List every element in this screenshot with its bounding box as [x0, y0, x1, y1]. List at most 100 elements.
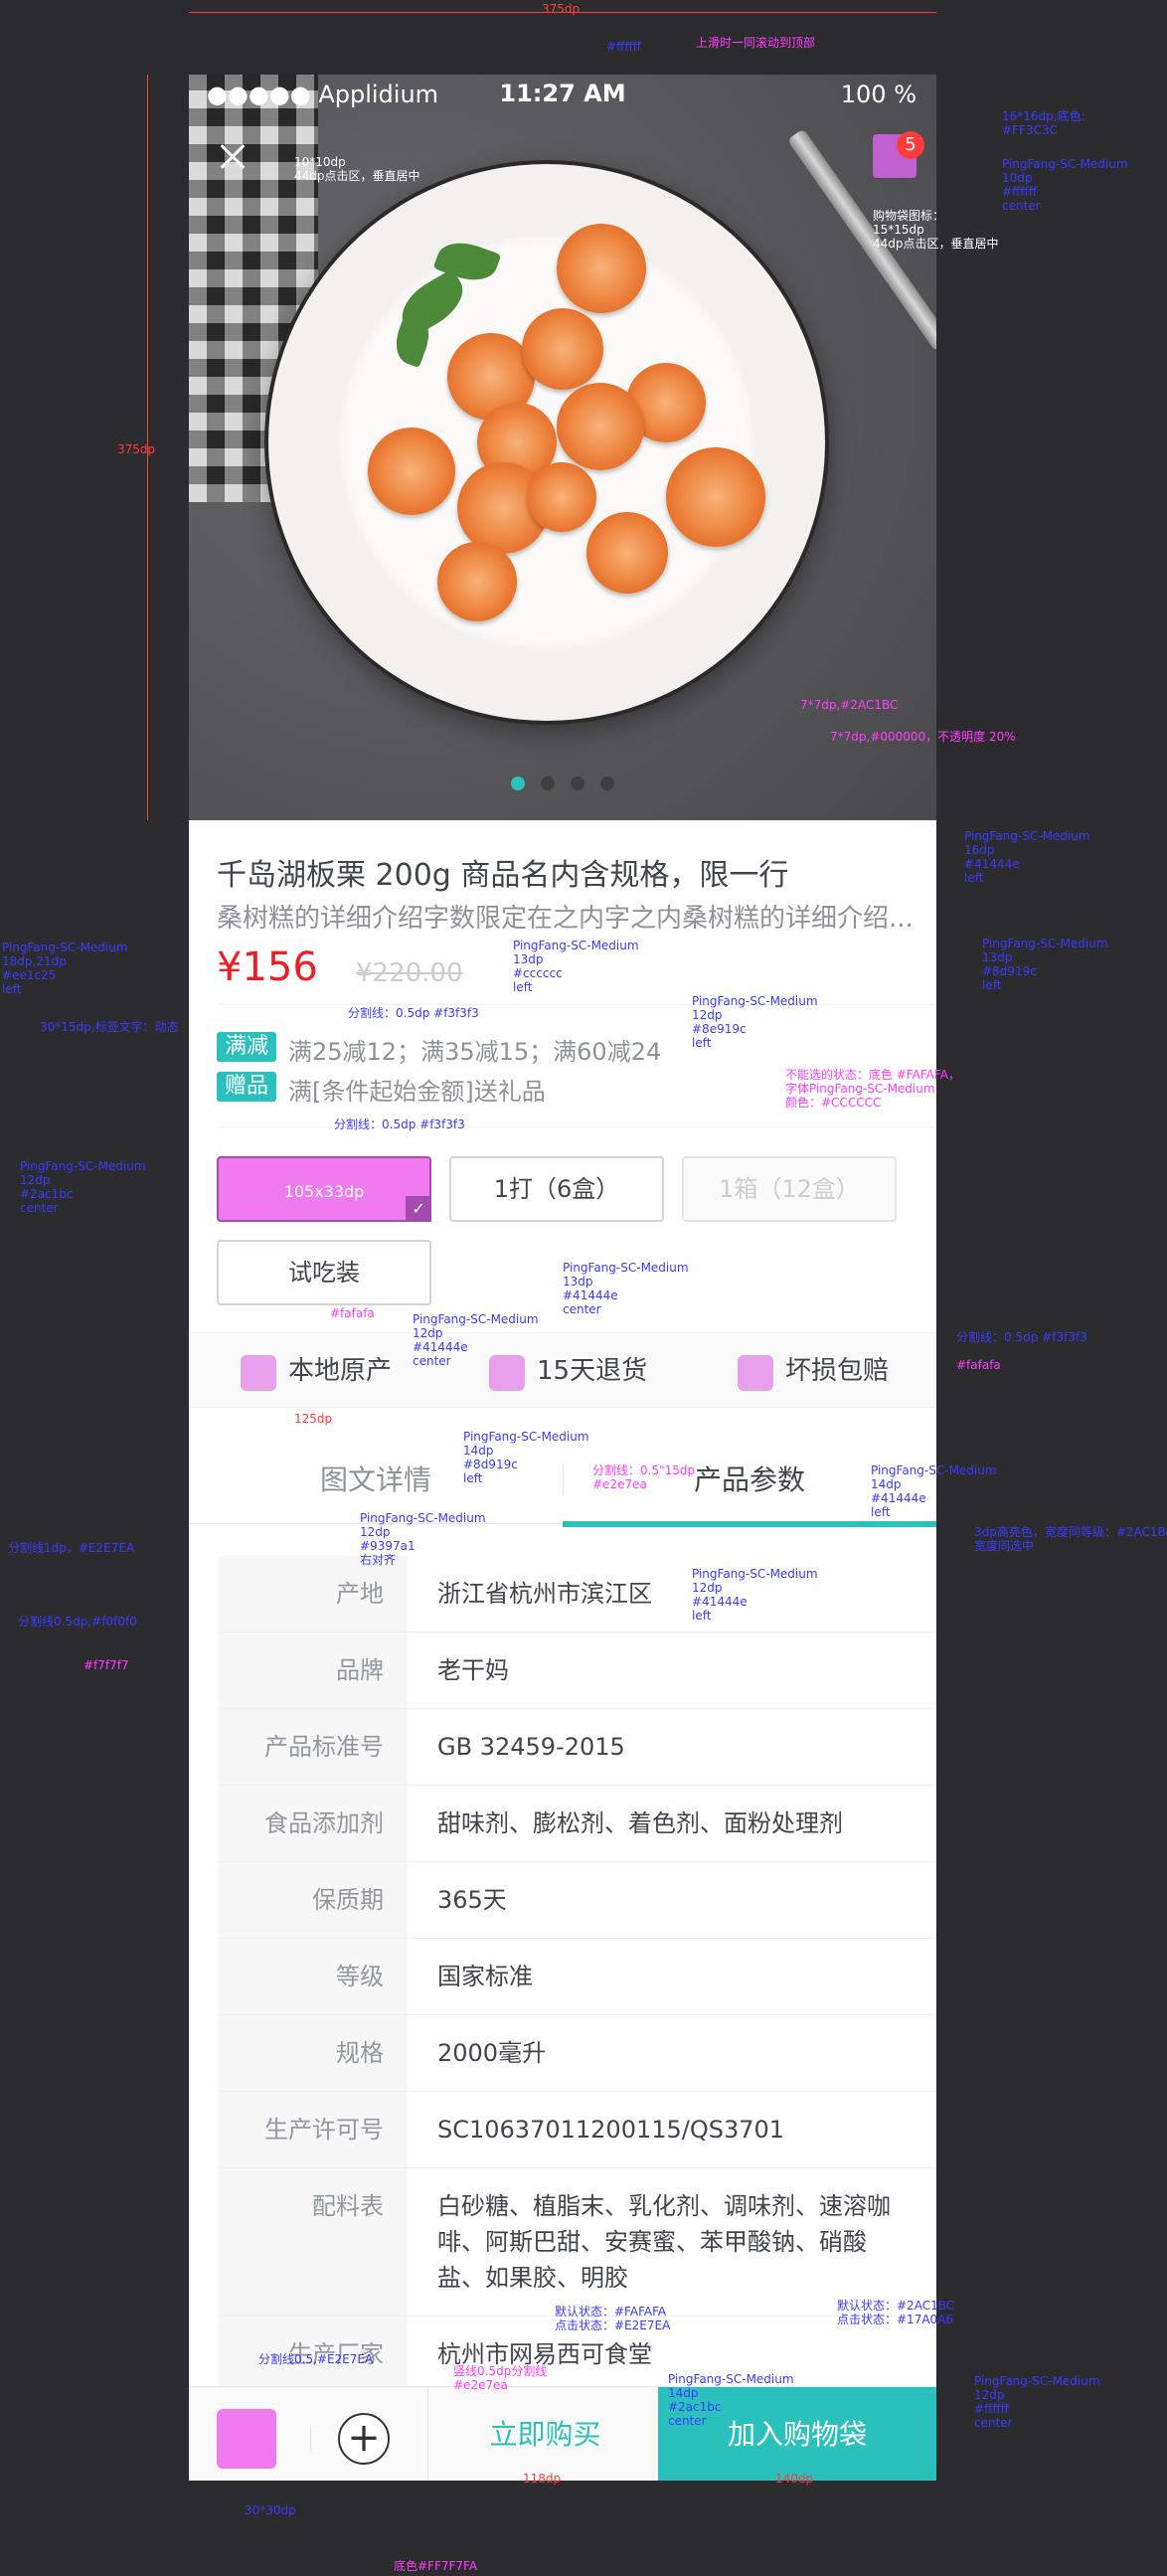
param-value: 甜味剂、膨松剂、着色剂、面粉处理剂 [437, 1809, 843, 1837]
cart-badge: 5 [897, 131, 924, 159]
annotation: PingFang-SC-Medium 12dp #41444e center [413, 1312, 539, 1368]
annotation: 不能选的状态：底色 #FAFAFA， 字体PingFang-SC-Medium … [785, 1068, 960, 1110]
param-label: 等级 [336, 1963, 384, 1990]
param-label: 生产许可号 [264, 2116, 384, 2144]
annotation: 3dp高亮色，宽度同等级：#2AC1BC 宽度同选中 [974, 1525, 1167, 1553]
annotation: 118dp [523, 2472, 562, 2486]
table-row: 品牌 老干妈 [219, 1632, 936, 1709]
spec-option-disabled: 1箱（12盒） [682, 1156, 897, 1222]
annotation: 375dp [542, 2, 581, 16]
status-time: 11:27 AM [499, 80, 626, 107]
param-value: 浙江省杭州市滨江区 [437, 1580, 652, 1608]
spec-option-trial[interactable]: 试吃装 [217, 1240, 431, 1305]
annotation: 375dp [117, 442, 156, 456]
param-label: 产品标准号 [264, 1733, 384, 1761]
annotation: 底色#FF7F7FA [394, 2559, 478, 2573]
annotation: 分割线0.5,#E2E7EA [258, 2352, 374, 2366]
option-label: 105x33dp [283, 1182, 365, 1201]
annotation: 7*7dp,#000000，不透明度 20% [830, 730, 1016, 744]
annotation: PingFang-SC-Medium 12dp #2ac1bc center [20, 1159, 146, 1215]
guarantee-damage: 坏损包赔 [785, 1356, 890, 1386]
annotation: 购物袋图标： 15*15dp 44dp点击区，垂直居中 [873, 209, 999, 251]
annotation: PingFang-SC-Medium 13dp #cccccc left [513, 939, 639, 994]
annotation: 16*16dp,底色: #FF3C3C [1002, 109, 1085, 137]
param-label: 规格 [336, 2039, 384, 2067]
param-label: 品牌 [336, 1656, 384, 1684]
guarantee-local: 本地原产 [288, 1356, 393, 1386]
battery-label: 100 % [840, 81, 917, 108]
shield-icon [738, 1355, 773, 1391]
annotation: #fafafa [956, 1358, 1001, 1372]
wheat-icon [241, 1355, 276, 1391]
annotation: PingFang-SC-Medium 13dp #41444e center [563, 1261, 689, 1316]
annotation: 分割线：0.5dp #f3f3f3 [956, 1330, 1087, 1344]
gift-text: 满[条件起始金额]送礼品 [288, 1078, 546, 1106]
annotation: 分割线：0.5dp #f3f3f3 [348, 1006, 479, 1020]
params-table: 产地 浙江省杭州市滨江区 品牌 老干妈 产品标准号 GB 32459-2015 食品添… [219, 1556, 936, 2393]
spec-option-selected[interactable]: 105x33dp ✓ [217, 1156, 431, 1222]
annotation: PingFang-SC-Medium 10dp #ffffff center [1002, 157, 1128, 213]
table-row: 产地 浙江省杭州市滨江区 [219, 1556, 936, 1632]
param-label: 食品添加剂 [264, 1809, 384, 1837]
table-row: 等级 国家标准 [219, 1939, 936, 2015]
annotation: PingFang-SC-Medium 14dp #41444e left [871, 1463, 997, 1519]
original-price: ¥220.00 [356, 958, 463, 988]
annotation: PingFang-SC-Medium 12dp #41444e left [692, 1567, 818, 1623]
table-row: 食品添加剂 甜味剂、膨松剂、着色剂、面粉处理剂 [219, 1786, 936, 1862]
param-value: 老干妈 [437, 1656, 509, 1684]
carousel-dots[interactable] [189, 775, 936, 794]
param-value: 国家标准 [437, 1963, 533, 1990]
status-bar: ●●●●● Applidium 11:27 AM 100 % [189, 75, 936, 114]
table-row: 产品标准号 GB 32459-2015 [219, 1709, 936, 1786]
product-description: 桑树糕的详细介绍字数限定在之内字之内桑树糕的详细介绍... [217, 904, 913, 934]
product-price: ¥156 [217, 945, 318, 990]
annotation: PingFang-SC-Medium 16dp #41444e left [964, 829, 1090, 885]
annotation: #f7f7f7 [83, 1658, 129, 1672]
param-label: 配料表 [312, 2192, 384, 2220]
guarantee-bar: 本地原产 15天退货 坏损包赔 [189, 1332, 936, 1408]
annotation: 分割线：0.5dp #f3f3f3 [334, 1117, 465, 1131]
param-value: GB 32459-2015 [437, 1733, 625, 1761]
param-value: 365天 [437, 1886, 507, 1914]
store-icon[interactable] [217, 2409, 276, 2469]
spec-option[interactable]: 1打（6盒） [449, 1156, 664, 1222]
annotation: 125dp [294, 1412, 333, 1426]
annotation: PingFang-SC-Medium 12dp #ffffff center [974, 2374, 1100, 2430]
annotation: 分割线1dp，#E2E7EA [8, 1541, 135, 1555]
annotation: 30*15dp,标签文字：动态 [40, 1020, 179, 1034]
annotation: #ffffff [606, 40, 641, 54]
plus-button[interactable]: + [338, 2413, 390, 2465]
table-row: 保质期 365天 [219, 1862, 936, 1939]
param-value: SC10637011200115/QS3701 [437, 2116, 785, 2144]
close-icon[interactable] [211, 134, 254, 178]
annotation: PingFang-SC-Medium 12dp #8e919c left [692, 994, 818, 1050]
annotation: 竖线0.5dp分割线 #e2e7ea [453, 2364, 548, 2392]
annotation: 默认状态：#2AC1BC 点击状态：#17A0A6 [837, 2299, 955, 2326]
annotation: PingFang-SC-Medium 18dp,21dp #ee1c25 lef… [2, 941, 128, 996]
annotation: 7*7dp,#2AC1BC [800, 698, 899, 712]
product-title: 千岛湖板栗 200g 商品名内含规格，限一行 [217, 858, 789, 893]
annotation: PingFang-SC-Medium 14dp #8d919c left [463, 1430, 589, 1485]
table-row: 规格 2000毫升 [219, 2015, 936, 2092]
buy-now-button[interactable]: 立即购买 [427, 2387, 662, 2481]
annotation: PingFang-SC-Medium 12dp #9397a1 右对齐 [360, 1511, 486, 1567]
divider [217, 1004, 936, 1005]
param-value: 2000毫升 [437, 2039, 547, 2067]
annotation: #fafafa [330, 1306, 375, 1320]
annotation: 上滑时一同滚动到顶部 [696, 36, 816, 50]
annotation: 10*10dp 44dp点击区，垂直居中 [294, 155, 420, 183]
annotation: PingFang-SC-Medium 13dp #8d919c left [982, 937, 1108, 992]
annotation: 30*30dp [245, 2503, 296, 2517]
annotation: 分割线0.5dp,#f0f0f0 [18, 1615, 137, 1629]
annotation: 分割线：0.5"15dp #e2e7ea [592, 1463, 696, 1491]
table-row: 生产许可号 SC10637011200115/QS3701 [219, 2092, 936, 2168]
divider [310, 2427, 311, 2451]
tab-indicator [563, 1521, 936, 1527]
promo-tag: 满减 [217, 1032, 276, 1062]
annotation: 默认状态：#FAFAFA 点击状态：#E2E7EA [555, 2305, 671, 2332]
param-label: 保质期 [312, 1886, 384, 1914]
gift-tag: 赠品 [217, 1072, 276, 1102]
param-value: 白砂糖、植脂末、乳化剂、调味剂、速溶咖啡、阿斯巴甜、安赛蜜、苯甲酸钠、硝酸盐、如… [437, 2192, 891, 2292]
guarantee-return: 15天退货 [537, 1356, 648, 1386]
divider [217, 1126, 936, 1127]
